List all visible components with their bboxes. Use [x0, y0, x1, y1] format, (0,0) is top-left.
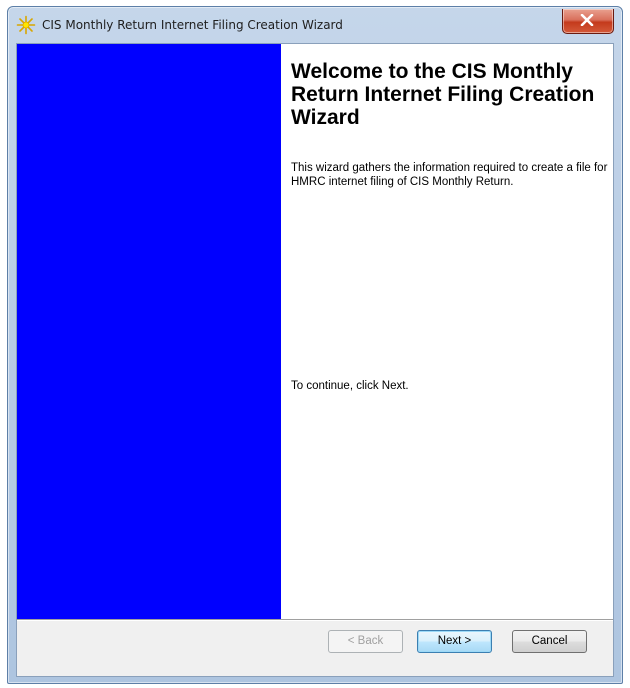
page-title: Welcome to the CIS Monthly Return Intern… [291, 60, 595, 129]
cancel-button[interactable]: Cancel [512, 630, 587, 653]
footer-divider [17, 619, 613, 621]
close-icon [580, 14, 594, 26]
wizard-body: Welcome to the CIS Monthly Return Intern… [16, 43, 614, 677]
welcome-page: Welcome to the CIS Monthly Return Intern… [281, 44, 613, 619]
back-button[interactable]: < Back [328, 630, 403, 653]
title-bar[interactable]: CIS Monthly Return Internet Filing Creat… [8, 7, 622, 43]
window-title: CIS Monthly Return Internet Filing Creat… [42, 18, 343, 32]
close-button[interactable] [562, 9, 614, 34]
wizard-window: CIS Monthly Return Internet Filing Creat… [7, 6, 623, 684]
intro-text: This wizard gathers the information requ… [291, 162, 608, 188]
wizard-sparkle-icon [16, 15, 36, 35]
next-button[interactable]: Next > [417, 630, 492, 653]
continue-instruction: To continue, click Next. [291, 380, 409, 392]
wizard-banner-image [17, 44, 281, 619]
